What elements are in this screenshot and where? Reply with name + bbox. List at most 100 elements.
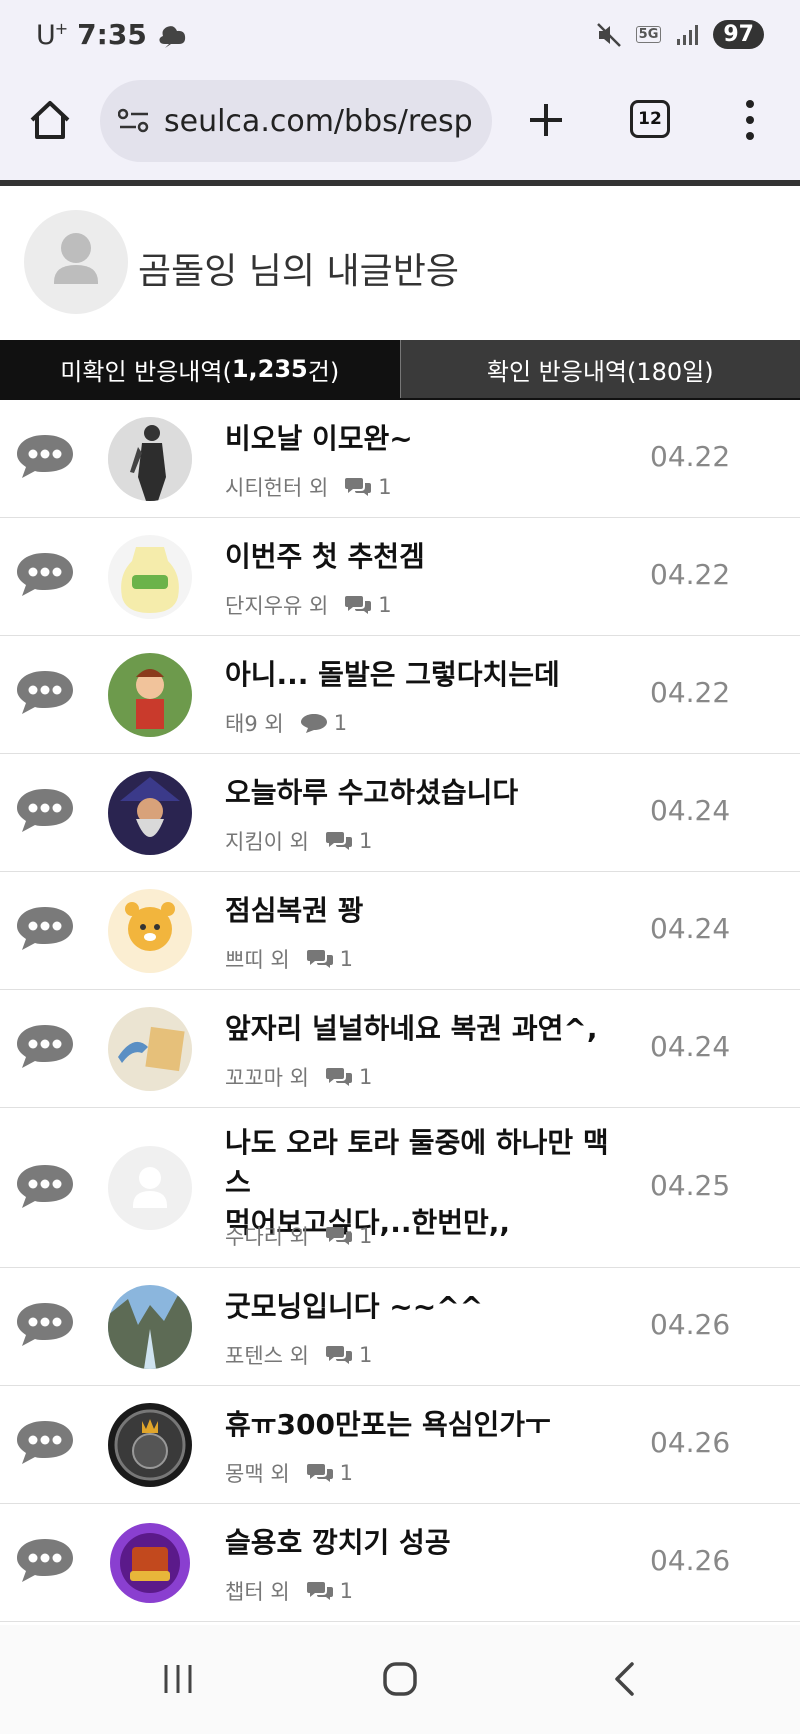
list-item[interactable]: 슬용호 깡치기 성공 챕터 외 1 04.26: [0, 1504, 800, 1622]
tab-switcher-button[interactable]: 12: [630, 100, 670, 138]
site-settings-icon[interactable]: [118, 107, 150, 135]
tab-bar: 미확인 반응내역(1,235 건) 확인 반응내역(180일): [0, 340, 800, 400]
post-title: 굿모닝입니다 ~~^^: [225, 1290, 484, 1323]
mute-icon: [596, 22, 621, 47]
back-icon[interactable]: [608, 1661, 644, 1697]
comment-count: 1: [358, 1343, 373, 1367]
status-bar: U+ 7:35 5G 97: [0, 0, 800, 72]
chat-bubble-icon: [17, 1539, 73, 1582]
post-meta: 수다리 외 1: [225, 1221, 372, 1251]
user-avatar: [108, 771, 192, 855]
home-nav-icon[interactable]: [382, 1661, 418, 1697]
post-date: 04.26: [650, 1308, 731, 1341]
user-avatar: [108, 417, 192, 501]
chat-bubble-icon: [17, 435, 73, 478]
chat-bubble-icon: [17, 789, 73, 832]
default-avatar-icon: [54, 233, 98, 284]
post-title: 휴ㅠ300만포는 욕심인가ㅜ: [225, 1408, 551, 1441]
post-date: 04.24: [650, 1030, 731, 1063]
post-date: 04.26: [650, 1426, 731, 1459]
reaction-list: 비오날 이모완~ 시티헌터 외 1 04.22 이번주 첫 추천겜 단지우유 외…: [0, 400, 800, 1622]
responder-name: 챕터 외: [225, 1580, 290, 1604]
list-item[interactable]: 나도 오라 토라 둘중에 하나만 맥스 먹어보고싶다,..한번만,, 수다리 외…: [0, 1108, 800, 1268]
more-menu-icon[interactable]: [740, 96, 760, 144]
default-avatar-icon: [133, 1167, 167, 1208]
chat-bubble-icon: [17, 553, 73, 596]
list-item[interactable]: 점심복권 꽝 쁘띠 외 1 04.24: [0, 872, 800, 990]
recent-apps-icon[interactable]: [160, 1661, 196, 1697]
chat-bubble-icon: [17, 1165, 73, 1208]
list-item[interactable]: 비오날 이모완~ 시티헌터 외 1 04.22: [0, 400, 800, 518]
responder-name: 몽맥 외: [225, 1462, 290, 1486]
post-meta: 태9 외 1: [225, 708, 347, 738]
carrier-label: U+: [36, 18, 68, 51]
user-avatar: [108, 1403, 192, 1487]
tab-read-reactions[interactable]: 확인 반응내역(180일): [399, 340, 800, 398]
user-avatar: [108, 535, 192, 619]
url-bar[interactable]: seulca.com/bbs/resp: [100, 80, 492, 162]
tab-unread-suffix: 건): [307, 357, 340, 386]
list-item[interactable]: 이번주 첫 추천겜 단지우유 외 1 04.22: [0, 518, 800, 636]
post-meta: 챕터 외 1: [225, 1576, 353, 1606]
post-title: 슬용호 깡치기 성공: [225, 1526, 451, 1559]
comment-count: 1: [358, 1224, 373, 1248]
user-avatar: [108, 1521, 192, 1605]
list-item[interactable]: 굿모닝입니다 ~~^^ 포텐스 외 1 04.26: [0, 1268, 800, 1386]
comment-count: 1: [358, 1065, 373, 1089]
list-item[interactable]: 오늘하루 수고하셨습니다 지킴이 외 1 04.24: [0, 754, 800, 872]
chat-bubble-icon: [17, 1303, 73, 1346]
user-avatar: [108, 1285, 192, 1369]
comment-count: 1: [358, 829, 373, 853]
post-title: 아니... 돌발은 그렇다치는데: [225, 658, 560, 691]
post-title: 점심복권 꽝: [225, 894, 364, 927]
comment-count: 1: [378, 475, 392, 499]
cloud-icon: [159, 25, 185, 48]
user-avatar: [108, 653, 192, 737]
home-icon[interactable]: [28, 98, 72, 142]
comments-icon: [306, 950, 333, 968]
chat-bubble-icon: [17, 1025, 73, 1068]
page-title: 곰돌잉 님의 내글반응: [138, 251, 459, 292]
post-title: 앞자리 널널하네요 복권 과연^,: [225, 1012, 598, 1045]
post-meta: 시티헌터 외 1: [225, 472, 392, 502]
comments-icon: [325, 1227, 352, 1245]
signal-icon: [677, 24, 699, 45]
post-date: 04.22: [650, 558, 731, 591]
user-avatar: [108, 889, 192, 973]
responder-name: 단지우유 외: [225, 594, 329, 618]
status-right: 5G 97: [596, 20, 764, 49]
tab-unread-count: 1,235: [231, 355, 308, 383]
post-title: 오늘하루 수고하셨습니다: [225, 776, 519, 809]
comment-icon: [300, 714, 327, 733]
comments-icon: [306, 1464, 333, 1482]
comments-icon: [325, 1068, 352, 1086]
user-avatar: [108, 1146, 192, 1230]
post-date: 04.26: [650, 1544, 731, 1577]
chat-bubble-icon: [17, 907, 73, 950]
list-item[interactable]: 아니... 돌발은 그렇다치는데 태9 외 1 04.22: [0, 636, 800, 754]
post-title-line1: 나도 오라 토라 둘중에 하나만 맥스: [225, 1126, 609, 1199]
clock: 7:35: [77, 18, 147, 51]
chat-bubble-icon: [17, 671, 73, 714]
new-tab-icon[interactable]: [522, 96, 570, 144]
post-meta: 단지우유 외 1: [225, 590, 392, 620]
network-5g-icon: 5G: [635, 26, 662, 43]
comments-icon: [325, 1346, 352, 1364]
post-meta: 몽맥 외 1: [225, 1458, 353, 1488]
battery-indicator: 97: [713, 20, 764, 49]
comment-count: 1: [339, 1461, 354, 1485]
profile-header: 곰돌잉 님의 내글반응: [0, 186, 800, 340]
list-item[interactable]: 앞자리 널널하네요 복권 과연^, 꼬꼬마 외 1 04.24: [0, 990, 800, 1108]
system-nav-bar: [0, 1625, 800, 1734]
responder-name: 수다리 외: [225, 1225, 309, 1249]
responder-name: 태9 외: [225, 712, 284, 736]
list-item[interactable]: 휴ㅠ300만포는 욕심인가ㅜ 몽맥 외 1 04.26: [0, 1386, 800, 1504]
post-title: 비오날 이모완~: [225, 422, 413, 455]
post-meta: 지킴이 외 1: [225, 826, 372, 856]
post-date: 04.25: [650, 1169, 731, 1202]
tab-unread-reactions[interactable]: 미확인 반응내역(1,235 건): [0, 340, 400, 398]
responder-name: 지킴이 외: [225, 830, 309, 854]
responder-name: 쁘띠 외: [225, 948, 290, 972]
post-meta: 쁘띠 외 1: [225, 944, 353, 974]
comment-count: 1: [378, 593, 392, 617]
